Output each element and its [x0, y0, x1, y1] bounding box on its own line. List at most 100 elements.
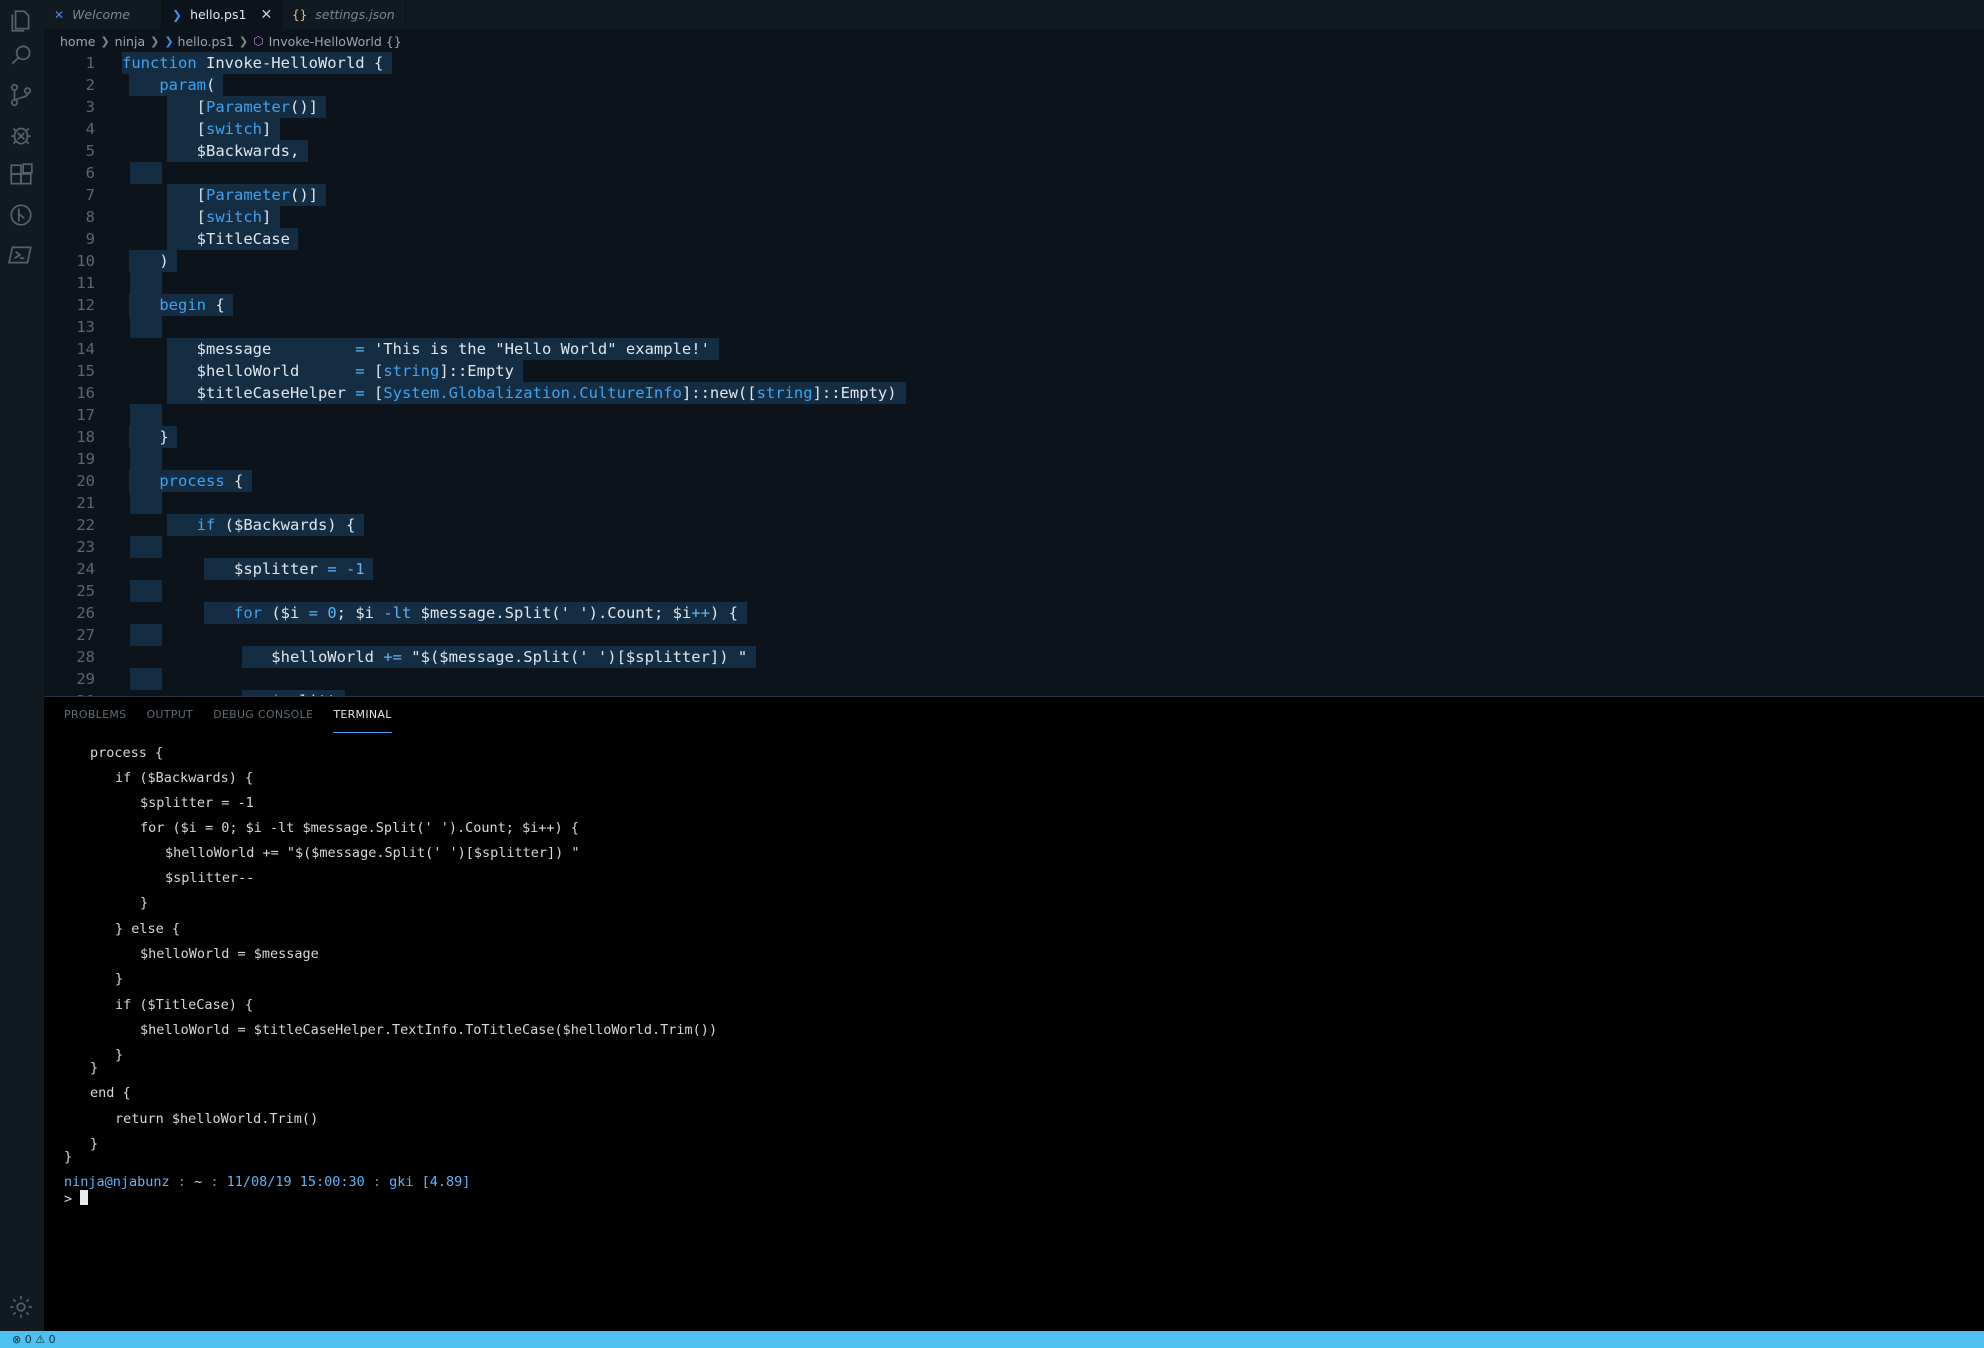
- code-line: 21: [44, 492, 1984, 514]
- line-number: 23: [76, 538, 95, 556]
- prompt-separator: :: [364, 1174, 390, 1190]
- prompt-separator: :: [202, 1174, 227, 1190]
- code-text: process {: [159, 472, 244, 490]
- terminal-line: process {: [90, 745, 164, 761]
- code-editor[interactable]: 1 function Invoke-HelloWorld {2 param(3 […: [44, 52, 1984, 696]
- selection-highlight: [130, 580, 162, 602]
- line-number: 12: [76, 296, 95, 314]
- tab-terminal[interactable]: TERMINAL: [333, 697, 392, 733]
- terminal-line: }: [90, 1136, 99, 1152]
- warning-count: 0: [48, 1333, 56, 1346]
- prompt-command: gki [4.89]: [389, 1174, 471, 1190]
- tab-hello-ps1[interactable]: ❯ hello.ps1 ✕: [162, 0, 282, 29]
- line-number: 3: [85, 98, 95, 116]
- code-line: 28 $helloWorld += "$($message.Split(' ')…: [44, 646, 1984, 668]
- line-number: 24: [76, 560, 95, 578]
- code-text: [switch]: [122, 208, 272, 226]
- breadcrumb-item[interactable]: Invoke-HelloWorld {}: [269, 34, 402, 49]
- prompt-datetime: 11/08/19 15:00:30: [226, 1174, 365, 1190]
- settings-gear-icon[interactable]: [6, 1292, 36, 1322]
- code-line: 23: [44, 536, 1984, 558]
- chevron-right-icon: ❯: [238, 34, 249, 48]
- tab-welcome[interactable]: ✕ Welcome: [44, 0, 162, 29]
- terminal-line: $helloWorld = $message: [140, 946, 319, 962]
- terminal-prompt: ninja@njabunz : ~ : 11/08/19 15:00:30 : …: [64, 1174, 470, 1190]
- close-icon[interactable]: ✕: [260, 7, 272, 23]
- code-text: [Parameter()]: [122, 98, 318, 116]
- breadcrumb-item[interactable]: hello.ps1: [178, 34, 234, 49]
- terminal-line: }: [90, 1060, 99, 1076]
- line-number: 26: [76, 604, 95, 622]
- code-text: }: [122, 428, 169, 446]
- code-text: $message = 'This is the "Hello World" ex…: [122, 340, 710, 358]
- powershell-icon[interactable]: [6, 240, 36, 270]
- line-number: 22: [76, 516, 95, 534]
- line-number: 16: [76, 384, 95, 402]
- terminal-line: $helloWorld += "$($message.Split(' ')[$s…: [165, 845, 580, 861]
- tab-problems[interactable]: PROBLEMS: [64, 697, 126, 733]
- extensions-icon[interactable]: [6, 160, 36, 190]
- code-text: $Backwards,: [122, 142, 300, 160]
- debug-icon[interactable]: [6, 120, 36, 150]
- source-control-icon[interactable]: [6, 80, 36, 110]
- terminal-line: }: [115, 1047, 124, 1063]
- chevron-right-icon: ❯: [150, 34, 160, 48]
- selection-highlight: [130, 272, 162, 294]
- selection-highlight: [130, 536, 162, 558]
- code-text: $helloWorld = [string]::Empty: [122, 362, 514, 380]
- line-number: 20: [76, 472, 95, 490]
- terminal-line: $splitter--: [165, 870, 255, 886]
- code-line: 15 $helloWorld = [string]::Empty: [44, 360, 1984, 382]
- function-symbol-icon: ⬡: [253, 34, 264, 48]
- line-number: 28: [76, 648, 95, 666]
- search-icon[interactable]: [6, 40, 36, 70]
- explorer-icon[interactable]: [6, 6, 36, 36]
- code-line: 20 process {: [44, 470, 1984, 492]
- terminal-cursor: [80, 1190, 89, 1205]
- line-number: 14: [76, 340, 95, 358]
- line-number: 19: [76, 450, 95, 468]
- breadcrumb-item[interactable]: ninja: [115, 34, 145, 49]
- code-line: 27: [44, 624, 1984, 646]
- code-text: ): [122, 252, 169, 270]
- code-text: begin {: [159, 296, 225, 314]
- line-number: 4: [85, 120, 95, 138]
- vscode-icon: ✕: [54, 7, 65, 22]
- code-line: 13: [44, 316, 1984, 338]
- error-count: 0: [24, 1333, 32, 1346]
- error-icon: ⊗: [12, 1333, 22, 1346]
- line-number: 25: [76, 582, 95, 600]
- terminal-line: for ($i = 0; $i -lt $message.Split(' ').…: [140, 820, 579, 836]
- code-line: 11: [44, 272, 1984, 294]
- git-graph-icon[interactable]: [6, 200, 36, 230]
- line-number: 29: [76, 670, 95, 688]
- code-line: 7 [Parameter()]: [44, 184, 1984, 206]
- selection-highlight: [130, 316, 162, 338]
- selection-highlight: [130, 492, 162, 514]
- line-number: 10: [76, 252, 95, 270]
- terminal-input[interactable]: >: [64, 1190, 89, 1207]
- line-number: 9: [85, 230, 95, 248]
- code-line: 5 $Backwards,: [44, 140, 1984, 162]
- bottom-panel: PROBLEMS OUTPUT DEBUG CONSOLE TERMINAL p…: [44, 696, 1984, 1332]
- prompt-prefix: >: [64, 1191, 81, 1207]
- problems-status[interactable]: ⊗ 0 ⚠ 0: [12, 1333, 56, 1346]
- powershell-file-icon: ❯: [164, 34, 174, 48]
- code-line: 17: [44, 404, 1984, 426]
- breadcrumb-item[interactable]: home: [60, 34, 95, 49]
- tab-settings-json[interactable]: {} settings.json: [282, 0, 406, 29]
- json-file-icon: {}: [292, 7, 308, 22]
- tab-output[interactable]: OUTPUT: [146, 697, 193, 733]
- code-line: 24 $splitter = -1: [44, 558, 1984, 580]
- code-line: 14 $message = 'This is the "Hello World"…: [44, 338, 1984, 360]
- chevron-right-icon: ❯: [100, 34, 110, 48]
- terminal-line: }: [64, 1149, 73, 1165]
- line-number: 18: [76, 428, 95, 446]
- code-text: function Invoke-HelloWorld {: [122, 54, 384, 72]
- selection-highlight: [130, 162, 162, 184]
- tab-label: settings.json: [315, 7, 395, 22]
- tab-debug-console[interactable]: DEBUG CONSOLE: [213, 697, 313, 733]
- line-number: 1: [85, 54, 95, 72]
- activity-bar: [0, 0, 44, 1331]
- status-bar: ⊗ 0 ⚠ 0: [0, 1331, 1984, 1348]
